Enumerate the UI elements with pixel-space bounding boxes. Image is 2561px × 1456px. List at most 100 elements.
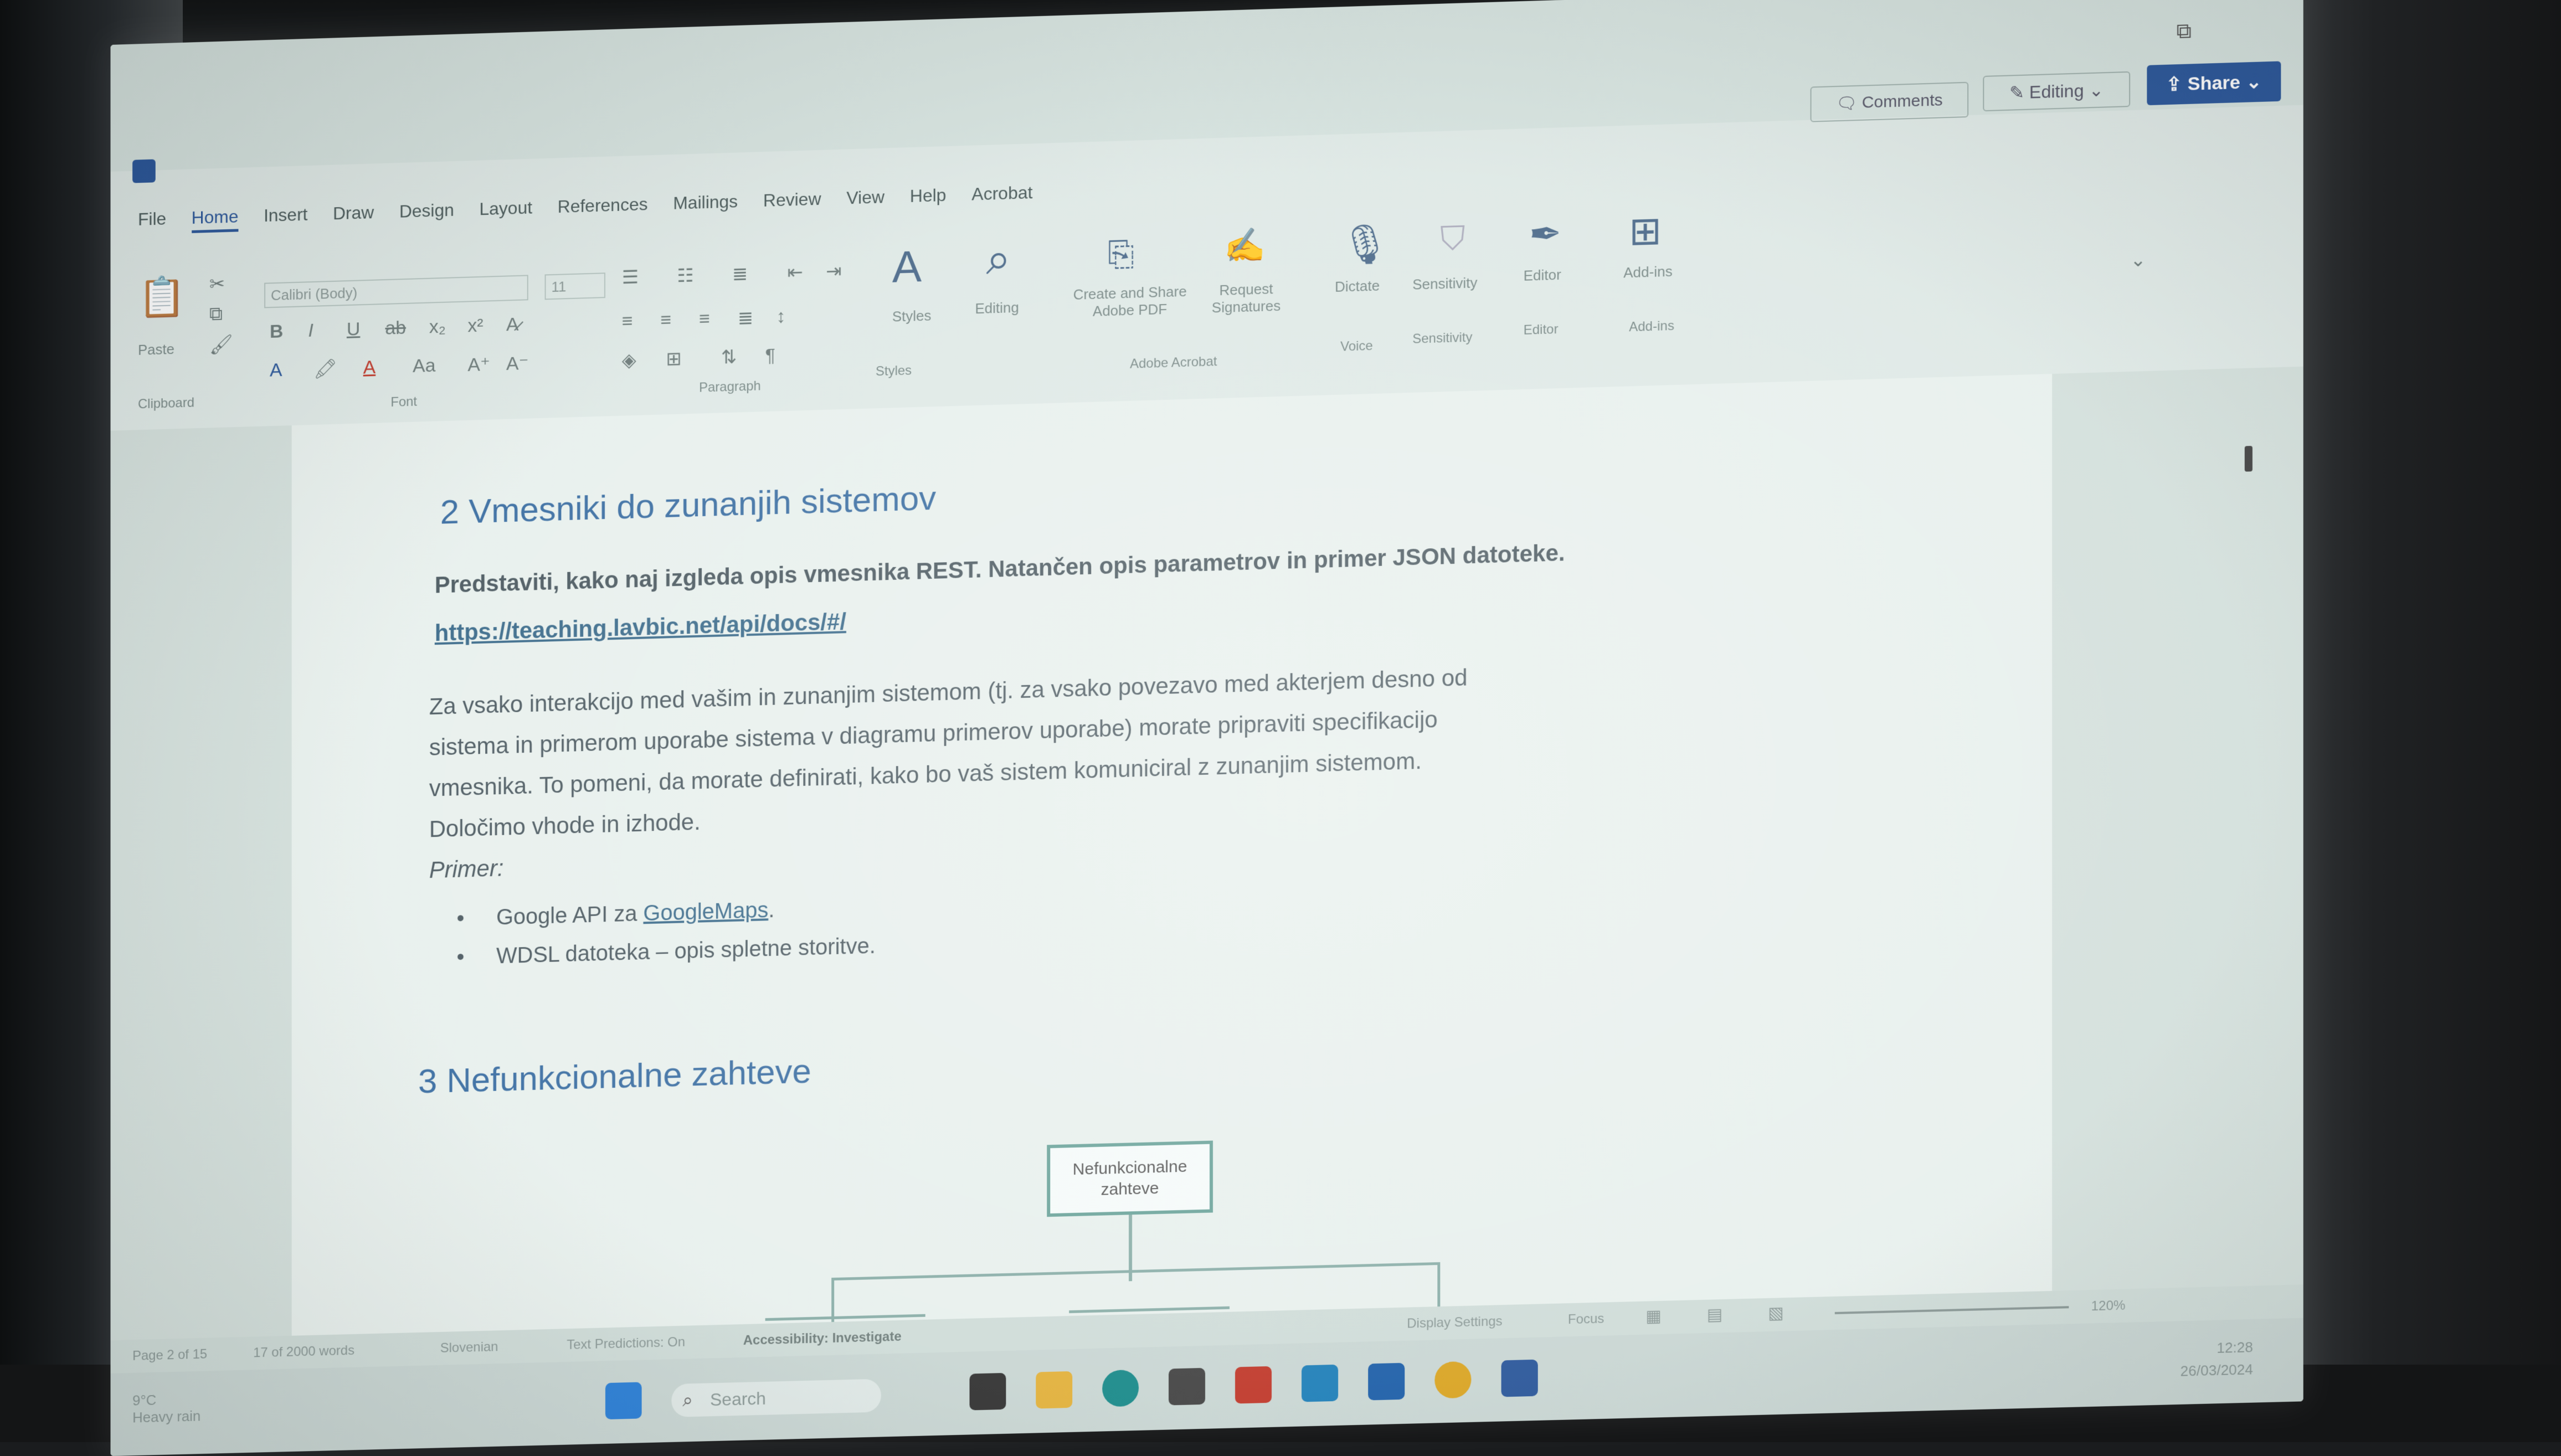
font-color-icon[interactable]: A <box>363 357 376 379</box>
underline-icon[interactable]: U <box>347 318 360 341</box>
grow-font-icon[interactable]: A⁺ <box>467 353 490 376</box>
display-settings[interactable]: Display Settings <box>1407 1314 1502 1331</box>
tab-file[interactable]: File <box>138 209 166 235</box>
calendar-app-icon[interactable] <box>1368 1362 1405 1401</box>
add-ins-group-label: Add-ins <box>1629 318 1674 335</box>
shading-icon[interactable]: ◈ <box>622 349 636 372</box>
show-marks-icon[interactable]: ¶ <box>765 345 775 367</box>
tab-home[interactable]: Home <box>191 206 239 233</box>
sensitivity-label[interactable]: Sensitivity <box>1412 274 1477 294</box>
editor-label[interactable]: Editor <box>1524 266 1561 285</box>
store-icon[interactable] <box>1169 1367 1205 1406</box>
system-clock[interactable]: 12:28 26/03/2024 <box>2181 1336 2253 1382</box>
tab-help[interactable]: Help <box>910 185 947 212</box>
search-icon[interactable]: ⌕ <box>986 233 1011 285</box>
edge-browser-icon[interactable] <box>1102 1369 1139 1407</box>
decrease-indent-icon[interactable]: ⇤ <box>787 261 803 284</box>
text-predictions[interactable]: Text Predictions: On <box>567 1335 685 1353</box>
font-size-select[interactable]: 11 <box>544 272 605 300</box>
collapse-ribbon-icon[interactable]: ⌄ <box>2130 249 2146 271</box>
subscript-icon[interactable]: x₂ <box>429 316 446 338</box>
styles-label: Styles <box>892 307 932 325</box>
tab-insert[interactable]: Insert <box>264 204 307 231</box>
tab-acrobat[interactable]: Acrobat <box>971 182 1032 209</box>
align-right-icon[interactable]: ≡ <box>699 308 710 330</box>
add-ins-icon[interactable]: ⊞ <box>1629 208 1662 254</box>
multilevel-list-icon[interactable]: ≣ <box>732 263 748 286</box>
request-signatures-icon[interactable]: ✍ <box>1224 225 1266 266</box>
accessibility-status[interactable]: Accessibility: Investigate <box>743 1329 902 1349</box>
increase-indent-icon[interactable]: ⇥ <box>826 260 841 282</box>
line-spacing-icon[interactable]: ↕ <box>776 306 786 327</box>
diagram-connector <box>1437 1262 1441 1307</box>
copy-icon[interactable]: ⧉ <box>209 303 223 326</box>
tab-references[interactable]: References <box>558 194 648 222</box>
align-left-icon[interactable]: ≡ <box>622 311 633 332</box>
format-painter-icon[interactable]: 🖌 <box>209 333 233 356</box>
word-taskbar-icon[interactable] <box>1501 1359 1538 1397</box>
adobe-acrobat-group-label: Adobe Acrobat <box>1130 354 1217 372</box>
tab-design[interactable]: Design <box>399 200 454 227</box>
page-count[interactable]: Page 2 of 15 <box>132 1347 207 1364</box>
tab-view[interactable]: View <box>846 187 884 213</box>
task-view-icon[interactable] <box>969 1372 1006 1411</box>
highlight-icon[interactable]: 🖍 <box>313 358 337 380</box>
zoom-level[interactable]: 120% <box>2091 1298 2126 1315</box>
tab-mailings[interactable]: Mailings <box>673 191 738 218</box>
word-count[interactable]: 17 of 2000 words <box>253 1343 354 1361</box>
projected-screen: ⧉ 🗨 Comments ✎ Editing ⌄ ⇪ Share ⌄ File … <box>110 0 2303 1456</box>
text-effects-icon[interactable]: A <box>270 359 282 382</box>
example-label: Primer: <box>429 855 504 883</box>
add-ins-label[interactable]: Add-ins <box>1623 263 1672 282</box>
shrink-font-icon[interactable]: A⁻ <box>506 352 528 375</box>
language-indicator[interactable]: Slovenian <box>440 1339 498 1356</box>
print-layout-icon[interactable]: ▤ <box>1707 1305 1722 1325</box>
outlook-icon[interactable] <box>1302 1364 1339 1402</box>
dictate-label[interactable]: Dictate <box>1335 277 1380 295</box>
diagram-connector <box>831 1278 835 1323</box>
bullets-icon[interactable]: ☰ <box>622 266 639 289</box>
file-explorer-icon[interactable] <box>1036 1371 1073 1409</box>
tab-draw[interactable]: Draw <box>333 202 374 229</box>
cut-icon[interactable]: ✂ <box>209 273 225 296</box>
focus-mode[interactable]: Focus <box>1568 1311 1605 1328</box>
clear-formatting-icon[interactable]: A̷ <box>506 314 519 336</box>
bold-icon[interactable]: B <box>270 321 283 343</box>
zoom-slider[interactable] <box>1834 1306 2069 1315</box>
create-share-pdf-label[interactable]: Create and Share Adobe PDF <box>1069 283 1191 321</box>
numbering-icon[interactable]: ☷ <box>677 264 693 287</box>
comments-button[interactable]: 🗨 Comments <box>1810 81 1969 122</box>
windows-start-icon[interactable] <box>605 1382 642 1419</box>
align-center-icon[interactable]: ≡ <box>660 309 671 331</box>
borders-icon[interactable]: ⊞ <box>666 348 681 371</box>
microphone-icon[interactable]: 🎙 <box>1340 222 1390 269</box>
share-icon: ⇪ <box>2166 73 2182 96</box>
justify-icon[interactable]: ≣ <box>738 307 753 330</box>
sort-icon[interactable]: ⇅ <box>721 346 737 369</box>
change-case-icon[interactable]: Aa <box>413 355 435 377</box>
strikethrough-icon[interactable]: ab <box>385 317 406 339</box>
editing-mode-button[interactable]: ✎ Editing ⌄ <box>1983 71 2131 112</box>
sensitivity-icon[interactable]: ⛉ <box>1440 219 1465 259</box>
weather-widget[interactable]: 9°C Heavy rain <box>132 1391 200 1427</box>
italic-icon[interactable]: I <box>308 320 313 342</box>
paste-icon[interactable]: 📋 <box>138 274 186 321</box>
font-name-select[interactable]: Calibri (Body) <box>264 275 528 308</box>
superscript-icon[interactable]: x² <box>467 315 483 337</box>
restore-window-icon[interactable]: ⧉ <box>2177 19 2192 44</box>
tab-layout[interactable]: Layout <box>479 198 532 225</box>
chrome-icon[interactable] <box>1434 1361 1472 1399</box>
taskbar-search[interactable]: ⌕ Search <box>671 1378 881 1418</box>
googlemaps-link[interactable]: GoogleMaps <box>643 898 768 925</box>
tab-review[interactable]: Review <box>763 189 821 216</box>
create-pdf-icon[interactable]: ⎘ <box>1108 235 1134 274</box>
read-mode-icon[interactable]: ▦ <box>1645 1306 1661 1326</box>
editor-icon[interactable]: ✒ <box>1529 210 1562 257</box>
app-l-icon[interactable] <box>1235 1366 1272 1404</box>
diagram-root-node[interactable]: Nefunkcionalne zahteve <box>1047 1140 1213 1217</box>
vertical-scrollbar-thumb[interactable] <box>2244 446 2253 472</box>
styles-icon[interactable]: A <box>892 241 922 292</box>
request-signatures-label[interactable]: Request Signatures <box>1207 280 1285 317</box>
web-layout-icon[interactable]: ▧ <box>1768 1303 1783 1323</box>
share-button[interactable]: ⇪ Share ⌄ <box>2147 61 2281 106</box>
